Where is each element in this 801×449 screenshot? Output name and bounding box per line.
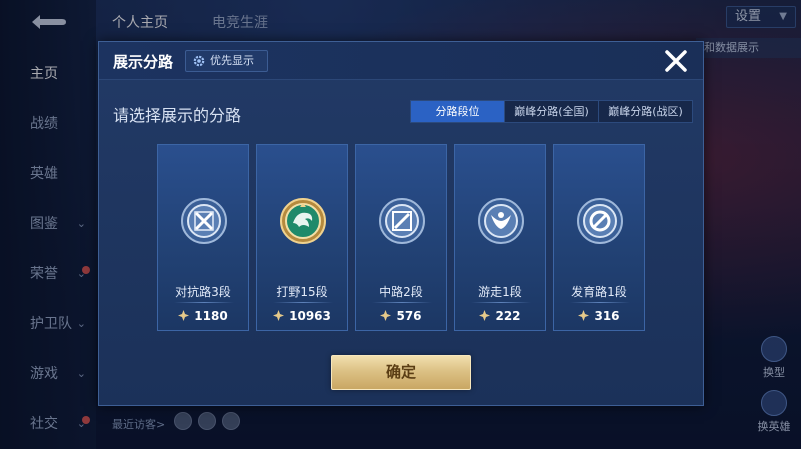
roam-emblem-icon — [478, 198, 524, 244]
divider — [273, 302, 333, 303]
priority-display-label: 优先显示 — [210, 54, 254, 67]
lane-score-value: 1180 — [194, 309, 228, 323]
lane-card-roam[interactable]: 游走1段 222 — [454, 144, 546, 331]
score-icon — [178, 310, 190, 321]
score-icon — [578, 310, 590, 321]
lane-display-dialog: 展示分路 优先显示 请选择展示的分路 分路段位 巅峰分路(全国) 巅峰分路(战区… — [98, 41, 704, 406]
lane-card-jungle[interactable]: 打野15段 10963 — [256, 144, 348, 331]
lane-name: 中路2段 — [379, 285, 423, 299]
close-icon[interactable] — [661, 46, 691, 76]
lane-card-mid[interactable]: 中路2段 576 — [355, 144, 447, 331]
dialog-header: 展示分路 优先显示 — [99, 42, 703, 80]
dialog-title: 展示分路 — [113, 53, 174, 71]
lane-card-clash[interactable]: 对抗路3段 1180 — [157, 144, 249, 331]
lane-name: 打野15段 — [276, 285, 328, 299]
lane-score: 1180 — [158, 309, 248, 323]
lane-score: 316 — [554, 309, 644, 323]
score-icon — [380, 310, 392, 321]
lane-name: 发育路1段 — [571, 285, 627, 299]
lane-score: 10963 — [257, 309, 347, 323]
lane-score: 576 — [356, 309, 446, 323]
lane-score-value: 10963 — [289, 309, 331, 323]
score-icon — [273, 310, 285, 321]
lane-score: 222 — [455, 309, 545, 323]
divider — [471, 302, 531, 303]
tab-peak-lane-region[interactable]: 巅峰分路(战区) — [599, 101, 692, 122]
farm-lane-emblem-icon — [577, 198, 623, 244]
lane-card-farm[interactable]: 发育路1段 316 — [553, 144, 645, 331]
lane-name: 对抗路3段 — [175, 285, 231, 299]
clash-lane-emblem-icon — [181, 198, 227, 244]
divider — [174, 302, 234, 303]
lane-score-value: 222 — [495, 309, 521, 323]
divider — [372, 302, 432, 303]
lane-score-value: 316 — [594, 309, 620, 323]
mid-lane-emblem-icon — [379, 198, 425, 244]
priority-display-button[interactable]: 优先显示 — [185, 50, 268, 72]
lane-score-value: 576 — [396, 309, 422, 323]
divider — [570, 302, 630, 303]
dialog-subtitle: 请选择展示的分路 — [113, 106, 242, 125]
lane-type-segmented-control: 分路段位 巅峰分路(全国) 巅峰分路(战区) — [410, 100, 693, 123]
tab-lane-rank[interactable]: 分路段位 — [411, 101, 505, 122]
gear-icon — [193, 55, 205, 67]
confirm-button[interactable]: 确定 — [331, 355, 471, 390]
jungle-emblem-icon — [280, 198, 326, 244]
lane-name: 游走1段 — [478, 285, 522, 299]
score-icon — [479, 310, 491, 321]
tab-peak-lane-national[interactable]: 巅峰分路(全国) — [505, 101, 599, 122]
